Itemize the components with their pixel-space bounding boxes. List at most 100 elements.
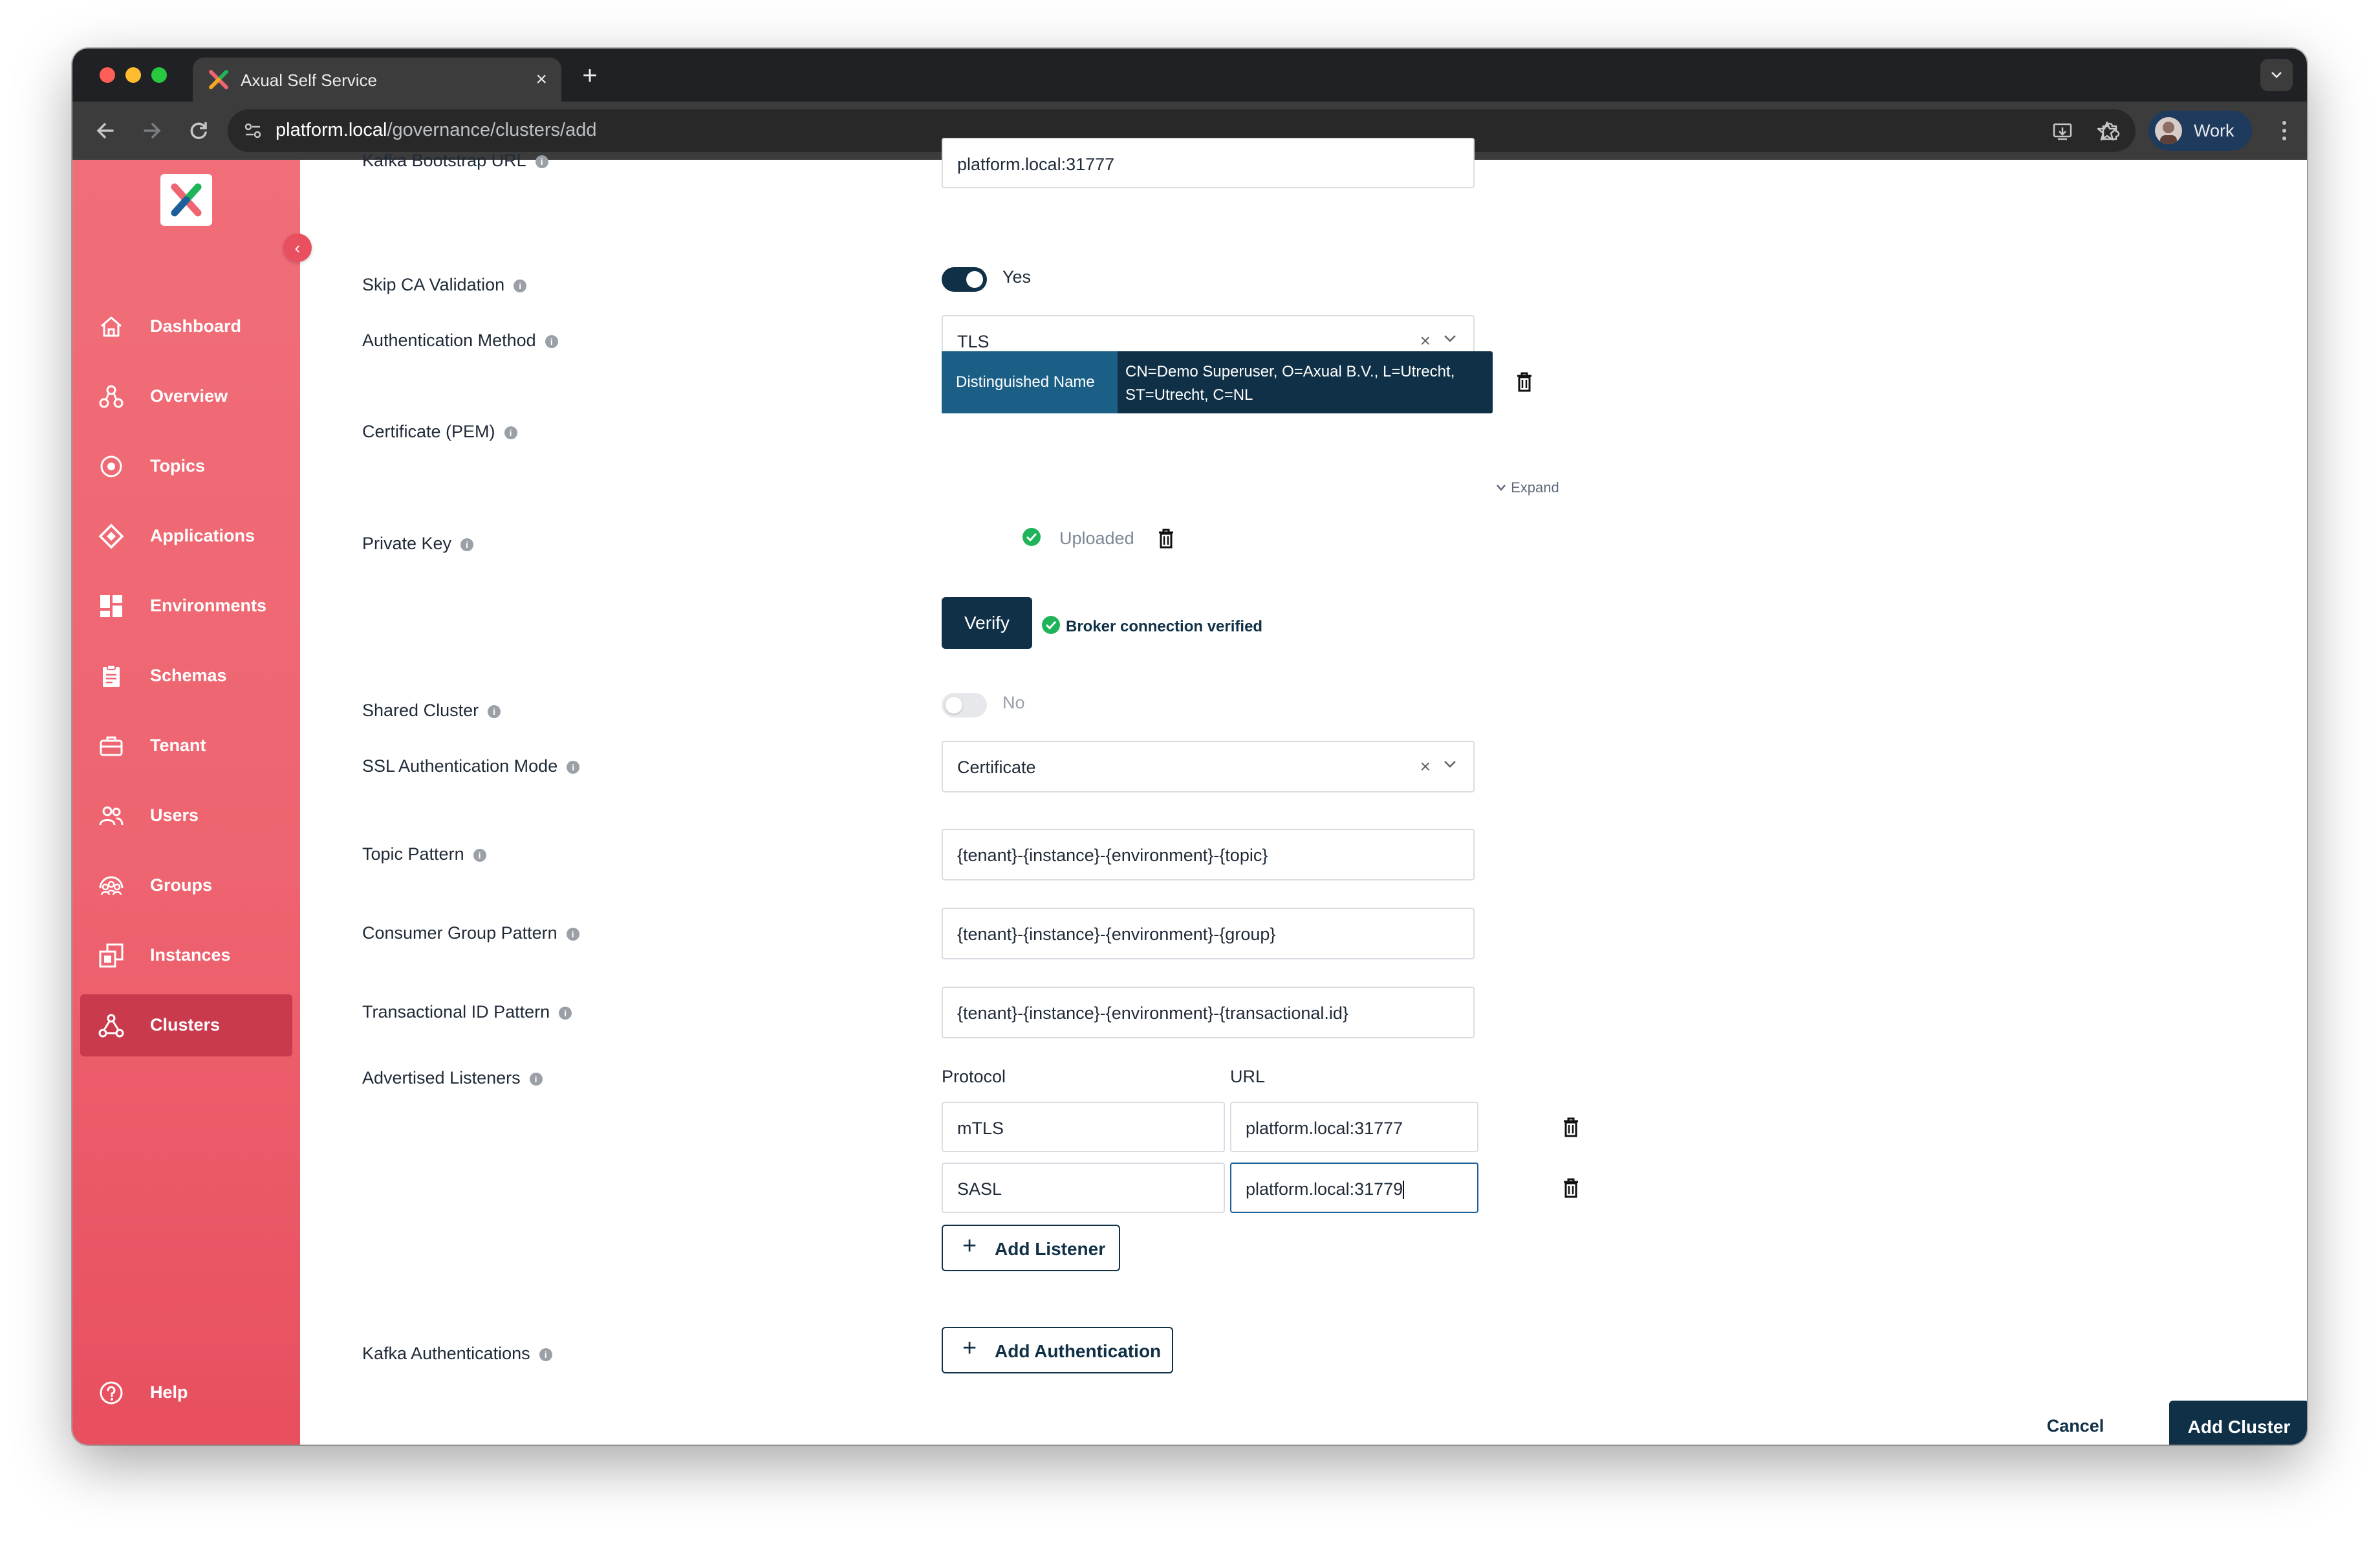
- applications-icon: [98, 523, 124, 549]
- sidebar-item-label: Schemas: [150, 666, 227, 685]
- sidebar-item-label: Tenant: [150, 736, 206, 755]
- cert-dn-value: CN=Demo Superuser, O=Axual B.V., L=Utrec…: [1125, 363, 1455, 404]
- info-icon[interactable]: i: [504, 426, 517, 439]
- check-circle-icon: [1022, 528, 1041, 546]
- new-tab-button[interactable]: +: [570, 58, 609, 94]
- sidebar-item-clusters[interactable]: Clusters: [80, 994, 292, 1056]
- delete-listener-trash-icon[interactable]: [1561, 1177, 1581, 1199]
- add-authentication-button[interactable]: + Add Authentication: [942, 1327, 1173, 1373]
- info-icon[interactable]: i: [488, 705, 501, 718]
- add-listener-button[interactable]: + Add Listener: [942, 1225, 1120, 1271]
- topics-icon: [100, 455, 122, 477]
- bootstrap-url-value: platform.local:31777: [957, 155, 1115, 174]
- chevron-down-icon[interactable]: [1441, 329, 1459, 347]
- chevron-down-icon[interactable]: [1441, 755, 1459, 773]
- cancel-button[interactable]: Cancel: [2040, 1416, 2111, 1442]
- sidebar-item-label: Users: [150, 805, 199, 825]
- private-key-label: Private Key i: [362, 534, 474, 554]
- info-icon[interactable]: i: [566, 928, 579, 941]
- info-icon[interactable]: i: [545, 335, 558, 348]
- sidebar-item-topics[interactable]: Topics: [80, 435, 292, 497]
- reload-icon[interactable]: [181, 113, 216, 148]
- sidebar: Dashboard Overview Topics Applications E…: [72, 160, 300, 1445]
- kafka-authentications-label: Kafka Authentications i: [362, 1344, 552, 1364]
- users-icon: [99, 806, 124, 825]
- forward-arrow-icon[interactable]: [135, 113, 169, 148]
- maximize-window-button[interactable]: [151, 67, 167, 83]
- skip-ca-value: Yes: [1002, 267, 1032, 287]
- topic-pattern-input[interactable]: {tenant}-{instance}-{environment}-{topic…: [942, 829, 1475, 880]
- clear-icon[interactable]: ×: [1420, 331, 1431, 351]
- listener-url-value: platform.local:31779: [1246, 1179, 1403, 1199]
- listener-url-value: platform.local:31777: [1246, 1119, 1403, 1138]
- listener-url-input[interactable]: platform.local:31777: [1230, 1102, 1478, 1152]
- listener-protocol-input[interactable]: SASL: [942, 1163, 1225, 1213]
- sidebar-item-applications[interactable]: Applications: [80, 505, 292, 567]
- delete-private-key-trash-icon[interactable]: [1156, 527, 1176, 549]
- profile-button[interactable]: Work: [2148, 111, 2252, 151]
- delete-listener-trash-icon[interactable]: [1561, 1116, 1581, 1138]
- clusters-icon: [98, 1014, 124, 1038]
- info-icon[interactable]: i: [559, 1007, 572, 1020]
- axual-logo[interactable]: [160, 174, 212, 226]
- protocol-column-header: Protocol: [942, 1067, 1006, 1086]
- browser-titlebar: Axual Self Service × +: [72, 49, 2307, 102]
- close-window-button[interactable]: [100, 67, 115, 83]
- sidebar-item-dashboard[interactable]: Dashboard: [80, 296, 292, 358]
- sidebar-item-overview[interactable]: Overview: [80, 366, 292, 428]
- info-icon[interactable]: i: [535, 155, 548, 168]
- collapse-sidebar-button[interactable]: ‹: [283, 234, 312, 262]
- back-arrow-icon[interactable]: [88, 113, 123, 148]
- sidebar-item-tenant[interactable]: Tenant: [80, 715, 292, 777]
- add-cluster-button[interactable]: Add Cluster: [2169, 1401, 2307, 1445]
- browser-tab[interactable]: Axual Self Service ×: [193, 58, 561, 102]
- help-icon: [100, 1381, 123, 1404]
- sidebar-item-environments[interactable]: Environments: [80, 575, 292, 637]
- transactional-id-input[interactable]: {tenant}-{instance}-{environment}-{trans…: [942, 987, 1475, 1038]
- tab-search-button[interactable]: [2260, 59, 2293, 91]
- certificate-label: Certificate (PEM) i: [362, 422, 517, 442]
- bootstrap-url-input[interactable]: platform.local:31777: [942, 138, 1475, 188]
- sidebar-item-label: Instances: [150, 945, 231, 965]
- sidebar-item-users[interactable]: Users: [80, 785, 292, 847]
- sidebar-item-help[interactable]: Help: [80, 1362, 292, 1424]
- skip-ca-toggle[interactable]: [942, 267, 987, 292]
- plus-icon: +: [962, 1232, 977, 1260]
- info-icon[interactable]: i: [514, 279, 527, 292]
- auth-method-label: Authentication Method i: [362, 331, 558, 351]
- listener-url-input[interactable]: platform.local:31779: [1230, 1163, 1478, 1213]
- extensions-icon[interactable]: [2098, 120, 2121, 143]
- delete-certificate-trash-icon[interactable]: [1515, 371, 1534, 393]
- install-app-icon[interactable]: [2051, 120, 2075, 143]
- transactional-id-value: {tenant}-{instance}-{environment}-{trans…: [957, 1003, 1348, 1023]
- sidebar-item-instances[interactable]: Instances: [80, 924, 292, 987]
- clear-icon[interactable]: ×: [1420, 756, 1431, 777]
- add-listener-label: Add Listener: [995, 1239, 1106, 1259]
- tenant-icon: [100, 736, 123, 756]
- sidebar-item-schemas[interactable]: Schemas: [80, 645, 292, 707]
- sidebar-item-label: Topics: [150, 456, 206, 475]
- ssl-mode-select[interactable]: Certificate ×: [942, 741, 1475, 792]
- tab-title: Axual Self Service: [241, 71, 377, 90]
- sidebar-item-groups[interactable]: Groups: [80, 855, 292, 917]
- info-icon[interactable]: i: [460, 538, 474, 551]
- info-icon[interactable]: i: [567, 761, 580, 774]
- info-icon[interactable]: i: [529, 1073, 543, 1086]
- home-icon: [101, 316, 122, 337]
- shared-cluster-toggle[interactable]: [942, 693, 987, 717]
- site-info-icon[interactable]: [242, 120, 264, 142]
- verify-button[interactable]: Verify: [942, 597, 1032, 649]
- toggle-knob: [966, 271, 983, 288]
- expand-link[interactable]: Expand: [1495, 479, 1559, 496]
- browser-menu-icon[interactable]: [2271, 115, 2297, 147]
- info-icon[interactable]: i: [539, 1348, 552, 1361]
- tab-close-icon[interactable]: ×: [536, 67, 547, 93]
- consumer-group-input[interactable]: {tenant}-{instance}-{environment}-{group…: [942, 908, 1475, 959]
- axual-logo-icon: [171, 183, 202, 217]
- minimize-window-button[interactable]: [125, 67, 141, 83]
- url-path: /governance/clusters/add: [387, 120, 597, 140]
- listener-protocol-input[interactable]: mTLS: [942, 1102, 1225, 1152]
- info-icon[interactable]: i: [473, 849, 486, 862]
- topic-pattern-value: {tenant}-{instance}-{environment}-{topic…: [957, 846, 1268, 865]
- ssl-mode-label: SSL Authentication Mode i: [362, 756, 580, 776]
